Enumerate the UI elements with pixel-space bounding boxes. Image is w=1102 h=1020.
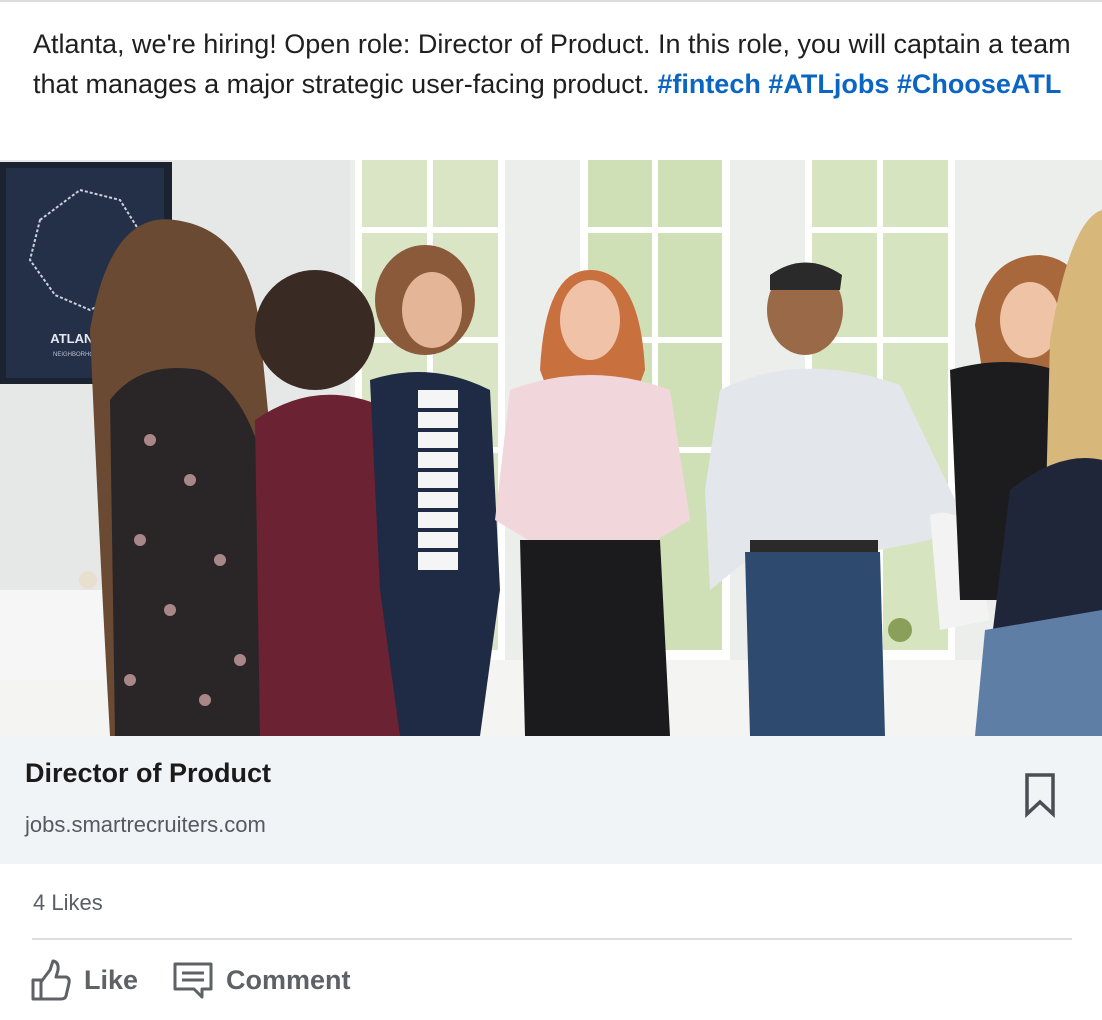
like-label: Like <box>84 964 139 995</box>
likes-count[interactable]: 4 Likes <box>33 890 103 916</box>
link-preview-card[interactable]: Director of Product jobs.smartrecruiters… <box>0 736 1102 864</box>
comment-label: Comment <box>226 964 351 995</box>
comment-icon <box>173 962 213 999</box>
hashtag-chooseatl[interactable]: #ChooseATL <box>897 69 1062 99</box>
post-text: Atlanta, we're hiring! Open role: Direct… <box>33 24 1073 104</box>
link-domain: jobs.smartrecruiters.com <box>25 812 266 837</box>
post-photo[interactable]: ATLANTA NEIGHBORHOODS <box>0 160 1102 736</box>
hashtag-fintech[interactable]: #fintech <box>657 69 761 99</box>
like-button[interactable]: Like <box>30 956 138 1004</box>
bookmark-icon[interactable] <box>1022 772 1058 818</box>
comment-button[interactable]: Comment <box>172 956 351 1004</box>
hashtag-atljobs[interactable]: #ATLjobs <box>768 69 889 99</box>
top-border <box>0 0 1102 2</box>
divider <box>32 938 1072 940</box>
office-team-photo: ATLANTA NEIGHBORHOODS <box>0 160 1102 736</box>
link-title[interactable]: Director of Product <box>25 758 271 789</box>
thumbs-up-icon <box>31 959 71 1001</box>
